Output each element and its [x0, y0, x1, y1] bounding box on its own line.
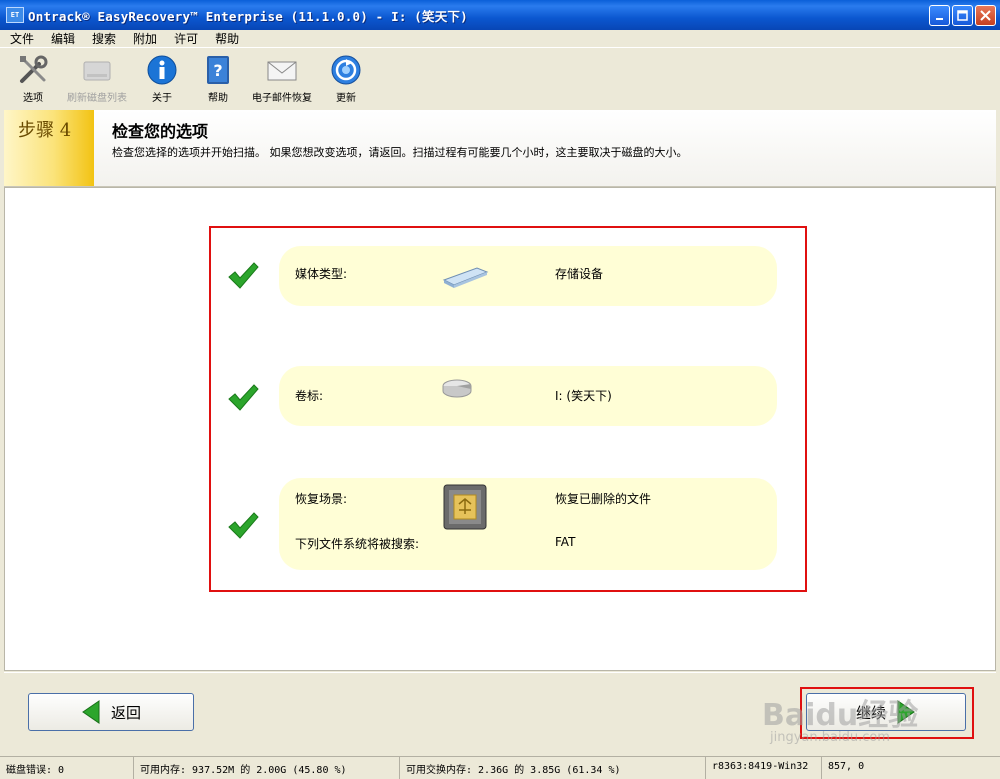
media-type-label: 媒体类型:: [295, 267, 348, 281]
help-button[interactable]: ? 帮助: [202, 54, 234, 104]
media-type-card: 媒体类型: 存储设备: [279, 246, 777, 306]
back-button[interactable]: 返回: [28, 693, 194, 731]
menu-addons[interactable]: 附加: [123, 30, 164, 47]
title-bar: ET Ontrack® EasyRecovery™ Enterprise (11…: [0, 0, 1000, 30]
scenario-value: 恢复已删除的文件: [555, 492, 652, 506]
status-swap: 可用交换内存: 2.36G 的 3.85G (61.34 %): [400, 757, 706, 779]
email-recovery-button[interactable]: 电子邮件恢复: [248, 54, 316, 104]
check-icon: [228, 512, 259, 539]
update-label: 更新: [336, 93, 356, 104]
scenario-label: 恢复场景:: [295, 492, 348, 506]
usb-drive-icon: [442, 267, 489, 288]
menu-file[interactable]: 文件: [0, 30, 41, 47]
close-icon: [980, 10, 991, 21]
maximize-button[interactable]: [952, 5, 973, 26]
volume-icon: [442, 379, 472, 398]
app-icon: ET: [6, 7, 24, 23]
status-build: r8363:8419-Win32: [706, 757, 822, 779]
page-title: 检查您的选项: [112, 122, 209, 141]
refresh-disk-list-label: 刷新磁盘列表: [67, 93, 127, 104]
status-disk-errors: 磁盘错误: 0: [0, 757, 134, 779]
tools-icon: [17, 54, 49, 86]
disk-refresh-icon: [81, 54, 113, 86]
scenario-card: 恢复场景: 恢复已删除的文件 下列文件系统将被搜索: FAT: [279, 478, 777, 570]
options-button[interactable]: 选项: [14, 54, 52, 104]
status-memory: 可用内存: 937.52M 的 2.00G (45.80 %): [134, 757, 400, 779]
about-label: 关于: [152, 93, 172, 104]
update-icon: [330, 54, 362, 86]
menu-help[interactable]: 帮助: [205, 30, 246, 47]
menu-search[interactable]: 搜索: [82, 30, 123, 47]
info-icon: [146, 54, 178, 86]
watermark-logo: Baidu经验: [762, 698, 919, 733]
close-button[interactable]: [975, 5, 996, 26]
step-number: 步骤 4: [18, 120, 72, 141]
update-button[interactable]: 更新: [330, 54, 362, 104]
email-recovery-label: 电子邮件恢复: [252, 93, 312, 104]
help-book-icon: ?: [202, 54, 234, 86]
watermark-url: jingyan.baidu.com: [770, 730, 890, 745]
media-type-value: 存储设备: [555, 267, 604, 281]
menu-bar: 文件 编辑 搜索 附加 许可 帮助: [0, 30, 1000, 46]
highlight-box: 媒体类型: 存储设备 卷标: I: (笑天下) 恢复场景: 恢复已删除的文件 下…: [209, 226, 807, 592]
minimize-icon: [935, 17, 943, 20]
summary-panel: 媒体类型: 存储设备 卷标: I: (笑天下) 恢复场景: 恢复已删除的文件 下…: [4, 187, 996, 671]
back-arrow-icon: [82, 700, 100, 724]
maximize-icon: [957, 10, 968, 21]
envelope-icon: [266, 54, 298, 86]
about-button[interactable]: 关于: [146, 54, 178, 104]
status-coords: 857, 0: [828, 761, 865, 772]
filesystem-value: FAT: [555, 535, 576, 549]
status-bar: 磁盘错误: 0 可用内存: 937.52M 的 2.00G (45.80 %) …: [0, 756, 1000, 779]
svg-text:?: ?: [213, 61, 222, 80]
menu-license[interactable]: 许可: [164, 30, 205, 47]
check-icon: [228, 384, 259, 411]
menu-edit[interactable]: 编辑: [41, 30, 82, 47]
window-title: Ontrack® EasyRecovery™ Enterprise (11.1.…: [28, 8, 468, 24]
page-description: 检查您选择的选项并开始扫描。 如果您想改变选项，请返回。扫描过程有可能要几个小时…: [112, 146, 688, 159]
toolbar: 选项 刷新磁盘列表 关于 ? 帮助 电子邮件恢复 更新: [0, 47, 1000, 111]
volume-card: 卷标: I: (笑天下): [279, 366, 777, 426]
filesystem-label: 下列文件系统将被搜索:: [295, 537, 420, 551]
recycle-bin-icon: [443, 484, 487, 530]
step-header: 步骤 4 检查您的选项 检查您选择的选项并开始扫描。 如果您想改变选项，请返回。…: [4, 110, 996, 187]
check-icon: [228, 262, 259, 289]
volume-value: I: (笑天下): [555, 389, 612, 403]
minimize-button[interactable]: [929, 5, 950, 26]
options-label: 选项: [23, 93, 43, 104]
step-indicator: 步骤 4: [4, 110, 94, 186]
volume-label: 卷标:: [295, 389, 324, 403]
help-label: 帮助: [208, 93, 228, 104]
back-button-label: 返回: [110, 703, 141, 722]
refresh-disk-list-button[interactable]: 刷新磁盘列表: [62, 54, 132, 104]
